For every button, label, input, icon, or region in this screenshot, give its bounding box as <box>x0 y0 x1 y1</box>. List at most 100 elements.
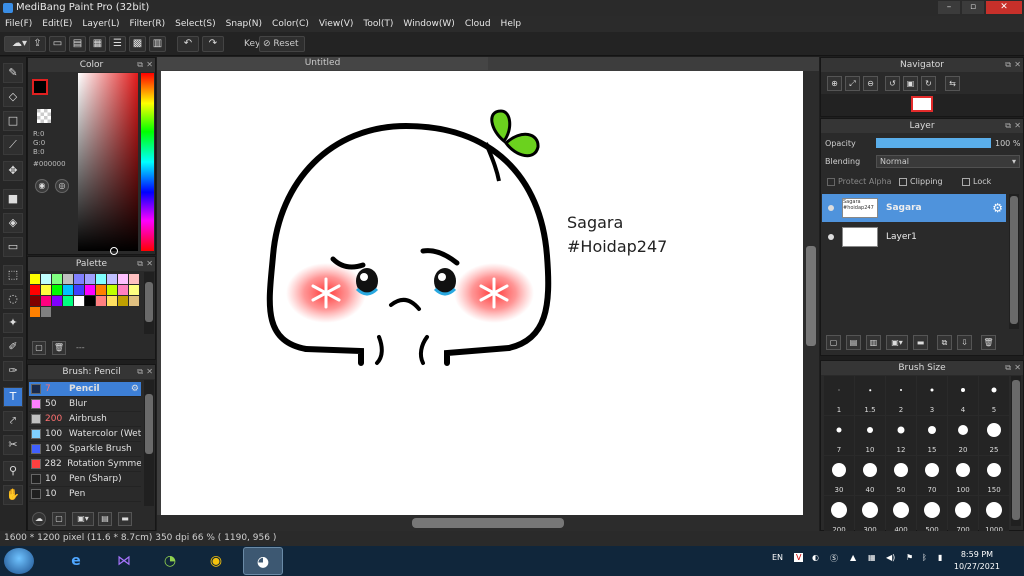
undo-button[interactable]: ↶ <box>177 36 199 52</box>
menu-select[interactable]: Select(S) <box>170 19 221 29</box>
rotate-left-icon[interactable]: ↺ <box>885 76 900 91</box>
eyedropper-tool-icon[interactable]: ⚲ <box>3 461 23 481</box>
menu-layer[interactable]: Layer(L) <box>77 19 124 29</box>
add-brush-icon[interactable]: ▣▾ <box>72 512 94 526</box>
opacity-slider[interactable] <box>876 138 991 148</box>
duplicate-layer-icon[interactable]: ⧉ <box>937 335 952 350</box>
menu-window[interactable]: Window(W) <box>398 19 459 29</box>
power-icon[interactable]: ▮ <box>938 553 942 562</box>
document-tab[interactable]: Untitled <box>157 57 488 70</box>
brush-size-option[interactable]: 10 <box>855 416 885 455</box>
new-palette-icon[interactable]: ▢ <box>32 341 46 355</box>
brush-size-option[interactable]: 50 <box>886 456 916 495</box>
palette-swatch[interactable] <box>41 274 51 284</box>
eraser-tool-icon[interactable]: ◇ <box>3 87 23 107</box>
brush-item[interactable]: 7 Pencil ⚙ <box>29 382 141 397</box>
palette-scrollbar[interactable] <box>144 272 154 334</box>
add-layer-menu-icon[interactable]: ▣▾ <box>886 335 908 350</box>
merge-layer-icon[interactable]: ⇩ <box>957 335 972 350</box>
canvas-vertical-scrollbar[interactable] <box>803 71 819 515</box>
palette-swatch[interactable] <box>41 285 51 295</box>
menu-help[interactable]: Help <box>496 19 527 29</box>
visual-studio-icon[interactable]: ⋈ <box>104 547 144 575</box>
brush-size-option[interactable]: 30 <box>824 456 854 495</box>
expand-icon[interactable]: ⧉ <box>1005 361 1011 375</box>
page-icon[interactable]: ▦ <box>89 36 106 52</box>
expand-icon[interactable]: ⧉ <box>137 365 143 379</box>
new-8bit-layer-icon[interactable]: ▥ <box>866 335 881 350</box>
text-tool-icon[interactable]: T <box>3 387 23 407</box>
palette-swatch[interactable] <box>74 285 84 295</box>
brush-size-option[interactable]: 100 <box>948 456 978 495</box>
skype-icon[interactable]: Ⓢ <box>830 553 838 564</box>
brush-size-option[interactable]: 1000 <box>979 496 1009 535</box>
palette-swatch[interactable] <box>96 296 106 306</box>
gear-icon[interactable]: ⚙ <box>992 201 1003 215</box>
palette-swatch[interactable] <box>96 285 106 295</box>
app-tray-icon[interactable]: ◐ <box>812 553 819 562</box>
select-eraser-tool-icon[interactable]: ✑ <box>3 361 23 381</box>
drawing-canvas[interactable]: Sagara #Hoidap247 <box>161 71 803 515</box>
palette-swatch[interactable] <box>52 274 62 284</box>
grid-icon[interactable]: ▩ <box>129 36 146 52</box>
brush-size-option[interactable]: 1 <box>824 376 854 415</box>
magic-wand-tool-icon[interactable]: ✦ <box>3 313 23 333</box>
palette-swatch[interactable] <box>85 296 95 306</box>
lock-checkbox[interactable]: Lock <box>962 177 991 186</box>
palette-swatch[interactable] <box>74 274 84 284</box>
actual-size-icon[interactable]: ▣ <box>903 76 918 91</box>
palette-swatch[interactable] <box>118 274 128 284</box>
navigator-preview[interactable] <box>821 94 1023 116</box>
close-button[interactable]: ✕ <box>986 1 1022 14</box>
brush-item[interactable]: 100 Sparkle Brush <box>29 442 141 457</box>
close-icon[interactable]: ✕ <box>1014 361 1021 375</box>
clock[interactable]: 8:59 PM 10/27/2021 <box>954 549 1000 573</box>
hand-tool-icon[interactable]: ✋ <box>3 485 23 505</box>
redo-button[interactable]: ↷ <box>202 36 224 52</box>
chrome-icon[interactable]: ◉ <box>196 547 236 575</box>
brush-size-option[interactable]: 20 <box>948 416 978 455</box>
pages-icon[interactable]: ▥ <box>149 36 166 52</box>
brush-scroll-thumb[interactable] <box>145 394 153 454</box>
brush-item[interactable]: 200 Airbrush <box>29 412 141 427</box>
menu-snap[interactable]: Snap(N) <box>221 19 267 29</box>
palette-swatch[interactable] <box>52 296 62 306</box>
close-icon[interactable]: ✕ <box>1014 119 1021 133</box>
medibang-taskbar-icon[interactable]: ◕ <box>243 547 283 575</box>
close-icon[interactable]: ✕ <box>146 365 153 379</box>
bluetooth-icon[interactable]: ᛒ <box>922 553 927 562</box>
select-pen-tool-icon[interactable]: ✐ <box>3 337 23 357</box>
select-rect-tool-icon[interactable]: ⬚ <box>3 265 23 285</box>
layer-scrollbar[interactable] <box>1009 194 1019 329</box>
palette-swatch[interactable] <box>30 307 40 317</box>
comment-icon[interactable]: ▭ <box>49 36 66 52</box>
brush-size-option[interactable]: 4 <box>948 376 978 415</box>
new-halftone-layer-icon[interactable]: ▤ <box>846 335 861 350</box>
palette-scroll-thumb[interactable] <box>145 282 153 322</box>
palette-swatch[interactable] <box>107 274 117 284</box>
brush-size-scrollbar[interactable] <box>1011 376 1021 526</box>
close-icon[interactable]: ✕ <box>146 257 153 271</box>
delete-layer-icon[interactable]: 🗑 <box>981 335 996 350</box>
brush-size-option[interactable]: 40 <box>855 456 885 495</box>
vivaldi-icon[interactable]: V <box>794 553 804 562</box>
saturation-value-picker[interactable] <box>78 73 138 255</box>
brush-item[interactable]: 282 Rotation Symmet <box>29 457 141 472</box>
app-icon-green[interactable]: ◔ <box>150 547 190 575</box>
brush-size-option[interactable]: 300 <box>855 496 885 535</box>
layer-row-sagara[interactable]: Sagara #hoidap247 Sagara ⚙ <box>822 194 1006 222</box>
gear-icon[interactable]: ⚙ <box>131 384 139 394</box>
start-button[interactable] <box>4 548 34 574</box>
folder-icon[interactable]: ▬ <box>913 335 928 350</box>
flip-icon[interactable]: ⇆ <box>945 76 960 91</box>
brush-size-option[interactable]: 400 <box>886 496 916 535</box>
gradient-tool-icon[interactable]: ▭ <box>3 237 23 257</box>
palette-swatch[interactable] <box>129 285 139 295</box>
menu-tool[interactable]: Tool(T) <box>358 19 398 29</box>
brush-size-scroll-thumb[interactable] <box>1012 380 1020 520</box>
menu-filter[interactable]: Filter(R) <box>125 19 171 29</box>
brush-item[interactable]: 10 Pen <box>29 487 141 502</box>
protect-alpha-checkbox[interactable]: Protect Alpha <box>827 177 892 186</box>
brush-size-option[interactable]: 15 <box>917 416 947 455</box>
new-brush-icon[interactable]: ▢ <box>52 512 66 526</box>
